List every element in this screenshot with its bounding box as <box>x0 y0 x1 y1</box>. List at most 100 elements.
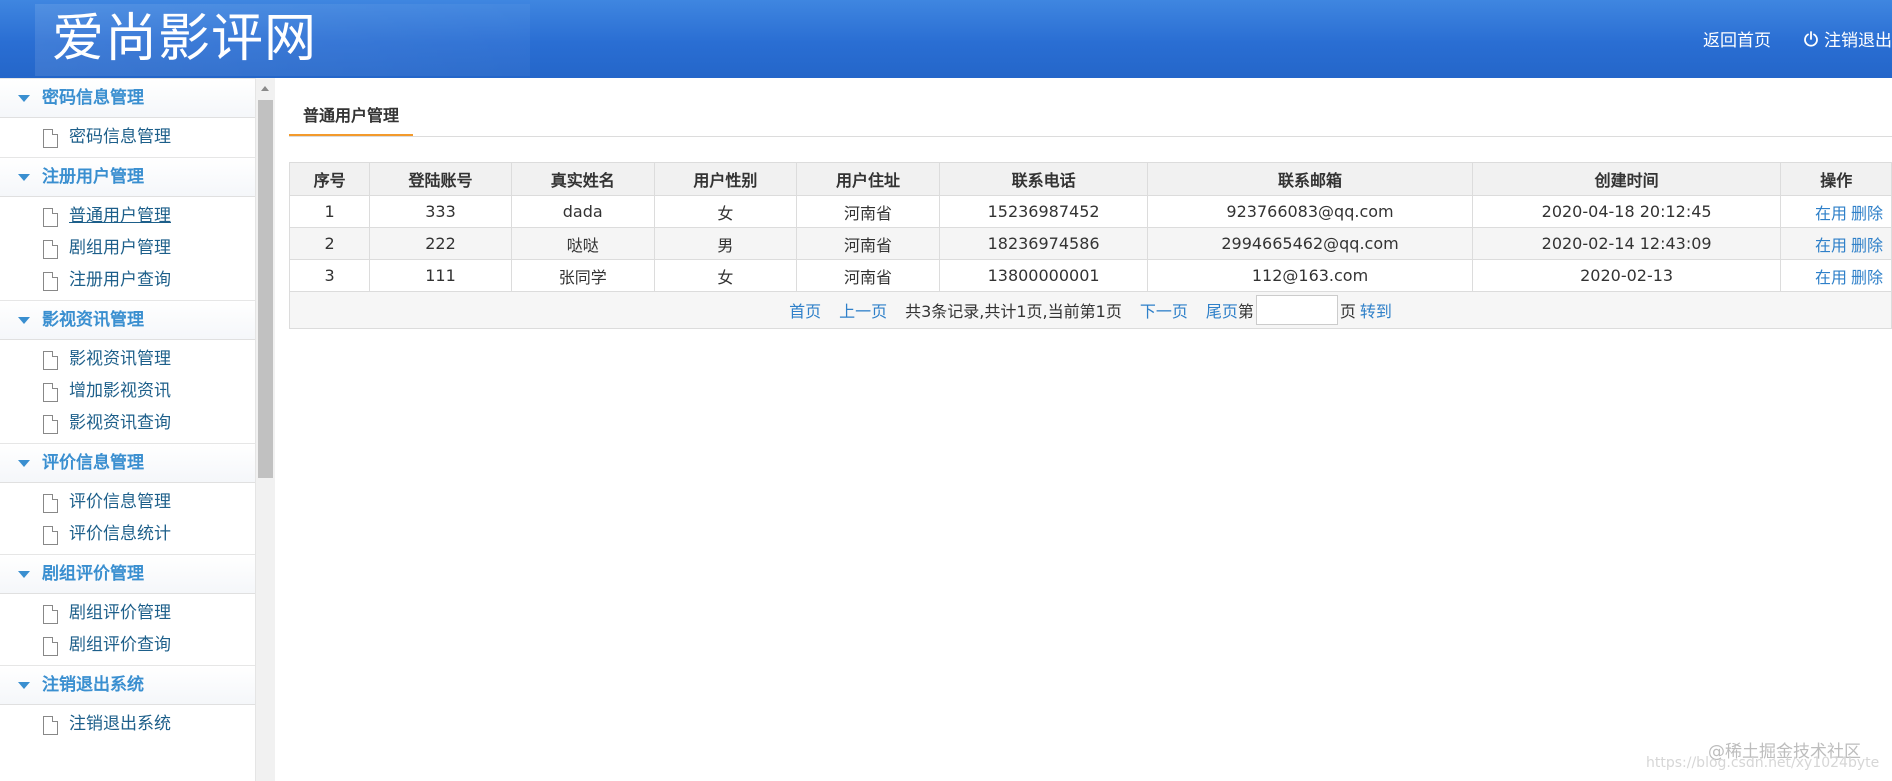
sidebar-group-title[interactable]: 密码信息管理 <box>0 78 255 118</box>
page-prefix: 第 <box>1237 302 1254 321</box>
document-icon <box>43 240 58 259</box>
tab-normal-user-management[interactable]: 普通用户管理 <box>289 98 414 136</box>
table-cell: 923766083@qq.com <box>1147 195 1473 228</box>
watermark-url: https://blog.csdn.net/xy1024byte <box>1646 755 1880 771</box>
table-cell: 女 <box>653 195 798 228</box>
document-icon <box>43 637 58 656</box>
triangle-down-icon <box>18 460 30 467</box>
sidebar-item[interactable]: 评价信息管理 <box>0 486 255 518</box>
sidebar-item-label: 影视资讯管理 <box>69 349 171 369</box>
page-suffix: 页 <box>1339 302 1356 321</box>
sidebar-item-label: 剧组用户管理 <box>69 238 171 258</box>
power-icon <box>1804 30 1818 47</box>
document-icon <box>43 415 58 434</box>
go-to-page-link[interactable]: 转到 <box>1360 298 1392 322</box>
in-use-link[interactable]: 在用 <box>1815 268 1847 287</box>
record-summary: 共3条记录,共计1页,当前第1页 <box>905 302 1122 321</box>
sidebar-item[interactable]: 剧组用户管理 <box>0 232 255 264</box>
triangle-down-icon <box>18 317 30 324</box>
pagination-row: 首页 上一页 共3条记录,共计1页,当前第1页 下一页 尾页第 页转到 <box>289 291 1892 329</box>
table-row: 2 222 哒哒男河南省 18236974586 2994665462@qq.com 20… <box>288 227 1892 260</box>
column-header: 联系电话 <box>938 162 1149 196</box>
table-cell: 2020-02-13 <box>1471 259 1782 292</box>
sidebar-group-title[interactable]: 注销退出系统 <box>0 665 255 705</box>
sidebar-item[interactable]: 影视资讯管理 <box>0 343 255 375</box>
next-page-link[interactable]: 下一页 <box>1140 298 1188 322</box>
column-header: 用户性别 <box>653 162 798 196</box>
sidebar-group-label: 注册用户管理 <box>42 167 144 187</box>
sidebar-group-label: 密码信息管理 <box>42 88 144 108</box>
tab-bar: 普通用户管理 <box>289 98 1892 137</box>
sidebar-group-title[interactable]: 注册用户管理 <box>0 157 255 197</box>
table-cell: 张同学 <box>510 259 655 292</box>
return-home-link[interactable]: 返回首页 <box>1703 26 1771 51</box>
logout-label: 注销退出 <box>1824 31 1892 51</box>
first-page-link[interactable]: 首页 <box>789 298 821 322</box>
table-cell: 13800000001 <box>938 259 1149 292</box>
column-header: 联系邮箱 <box>1147 162 1473 196</box>
sidebar-item[interactable]: 剧组评价查询 <box>0 629 255 661</box>
table-cell: 2 <box>288 227 371 260</box>
delete-link[interactable]: 删除 <box>1851 268 1883 287</box>
delete-link[interactable]: 删除 <box>1851 204 1883 223</box>
sidebar-item[interactable]: 注销退出系统 <box>0 708 255 740</box>
sidebar-group-title[interactable]: 剧组评价管理 <box>0 554 255 594</box>
sidebar-item-label: 注册用户查询 <box>69 270 171 290</box>
sidebar-group-label: 评价信息管理 <box>42 453 144 473</box>
column-header: 登陆账号 <box>369 162 512 196</box>
triangle-down-icon <box>18 95 30 102</box>
table-cell: 2020-02-14 12:43:09 <box>1471 227 1782 260</box>
last-page-link[interactable]: 尾页 <box>1206 298 1238 322</box>
sidebar-group: 注册用户管理普通用户管理剧组用户管理 注册用户查询 <box>0 157 255 300</box>
table-cell: 河南省 <box>796 227 940 260</box>
table-cell: 男 <box>653 227 798 260</box>
logout-link[interactable]: 注销退出 <box>1803 26 1892 51</box>
sidebar-group: 剧组评价管理 剧组评价管理剧组评价查询 <box>0 554 255 665</box>
sidebar-item-label: 评价信息管理 <box>69 492 171 512</box>
sidebar-item[interactable]: 密码信息管理 <box>0 121 255 153</box>
sidebar-scrollbar[interactable] <box>255 78 275 781</box>
table-cell: 222 <box>369 227 512 260</box>
row-actions: 在用 删除 <box>1780 227 1892 260</box>
prev-page-link[interactable]: 上一页 <box>839 298 887 322</box>
table-cell: 河南省 <box>796 259 940 292</box>
column-header: 用户住址 <box>796 162 940 196</box>
table-cell: 3 <box>288 259 371 292</box>
user-table: 序号 登陆账号 真实姓名 用户性别 用户住址 联系电话 联系邮箱 创建时间 操作 1 333 dad… <box>288 162 1892 329</box>
sidebar-item[interactable]: 影视资讯查询 <box>0 407 255 439</box>
column-header: 序号 <box>288 162 371 196</box>
scroll-up-arrow-icon[interactable] <box>261 86 269 91</box>
document-icon <box>43 383 58 402</box>
sidebar-group-label: 影视资讯管理 <box>42 310 144 330</box>
sidebar-item-label: 密码信息管理 <box>69 127 171 147</box>
sidebar-group: 评价信息管理 评价信息管理 评价信息统计 <box>0 443 255 554</box>
document-icon <box>43 129 58 148</box>
table-cell: 333 <box>369 195 512 228</box>
sidebar-item-label: 影视资讯查询 <box>69 413 171 433</box>
page-number-input[interactable] <box>1255 295 1338 325</box>
sidebar-group: 注销退出系统 注销退出系统 <box>0 665 255 744</box>
sidebar-item[interactable]: 剧组评价管理 <box>0 597 255 629</box>
scrollbar-thumb[interactable] <box>258 100 273 478</box>
in-use-link[interactable]: 在用 <box>1815 204 1847 223</box>
in-use-link[interactable]: 在用 <box>1815 236 1847 255</box>
table-cell: 哒哒 <box>510 227 655 260</box>
sidebar-item[interactable]: 评价信息统计 <box>0 518 255 550</box>
top-header: 爱尚影评网 返回首页 注销退出 <box>0 0 1892 78</box>
table-cell: 2020-04-18 20:12:45 <box>1471 195 1782 228</box>
delete-link[interactable]: 删除 <box>1851 236 1883 255</box>
sidebar-item-label: 增加影视资讯 <box>69 381 171 401</box>
sidebar-item[interactable]: 增加影视资讯 <box>0 375 255 407</box>
sidebar-group-title[interactable]: 评价信息管理 <box>0 443 255 483</box>
document-icon <box>43 716 58 735</box>
table-row: 1 333 dada 女河南省 15236987452 923766083@qq.com 2… <box>288 195 1892 228</box>
sidebar-item-label: 评价信息统计 <box>69 524 171 544</box>
sidebar-item-label: 剧组评价查询 <box>69 635 171 655</box>
sidebar-group-title[interactable]: 影视资讯管理 <box>0 300 255 340</box>
column-header: 操作 <box>1780 162 1892 196</box>
sidebar-item[interactable]: 注册用户查询 <box>0 264 255 296</box>
sidebar-item[interactable]: 普通用户管理 <box>0 200 255 232</box>
row-actions: 在用 删除 <box>1780 195 1892 228</box>
table-cell: 112@163.com <box>1147 259 1473 292</box>
table-cell: 河南省 <box>796 195 940 228</box>
